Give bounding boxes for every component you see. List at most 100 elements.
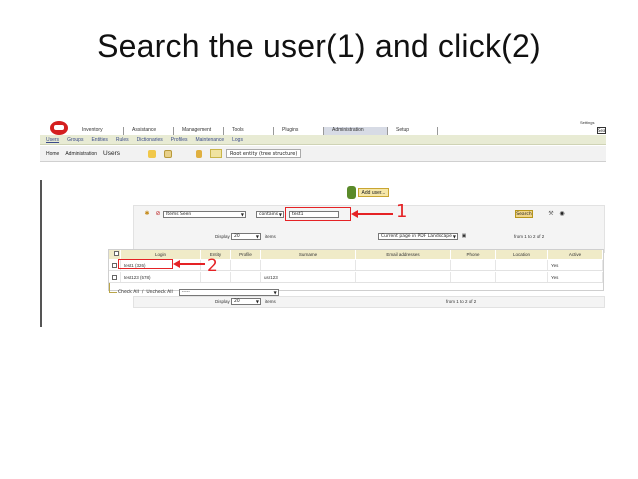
- annotation-line-2: [179, 263, 205, 265]
- chevron-down-icon: ▼: [255, 234, 259, 239]
- pager-range: from 1 to 2 of 2: [514, 234, 545, 239]
- mass-actions: Check All / Uncheck All ----- ▼: [118, 288, 308, 296]
- menu-bar-icon[interactable]: [210, 149, 223, 158]
- left-border: [40, 180, 42, 327]
- sub-navigation: Users Groups Entities Rules Dictionaries…: [40, 135, 606, 145]
- column-location[interactable]: Location: [496, 250, 548, 259]
- entity-selector[interactable]: Root entity (tree structure): [226, 149, 302, 158]
- tools-icon[interactable]: ⚒: [548, 211, 554, 217]
- subnav-profiles[interactable]: Profiles: [171, 137, 188, 143]
- glpi-logo[interactable]: [50, 121, 68, 135]
- table-row: test1 (326) Yes: [109, 260, 603, 271]
- settings-link[interactable]: Settings: [580, 120, 594, 125]
- user-add-icon[interactable]: [347, 186, 356, 199]
- chevron-down-icon: ▼: [452, 234, 456, 239]
- phone-cell: [451, 260, 496, 270]
- action-select-value: -----: [181, 289, 190, 295]
- bottom-pager: [133, 296, 605, 308]
- add-user-button[interactable]: Add user...: [358, 188, 389, 197]
- subnav-maintenance[interactable]: Maintenance: [195, 137, 224, 143]
- display-count-value: 20: [234, 299, 240, 304]
- email-cell: [356, 260, 451, 270]
- slide-title: Search the user(1) and click(2): [97, 28, 541, 64]
- chevron-down-icon: ▼: [255, 299, 259, 304]
- export-value: Current page in PDF Landscape: [381, 234, 452, 239]
- menu-management[interactable]: Management: [174, 127, 224, 135]
- row-checkbox[interactable]: [112, 263, 117, 268]
- action-select[interactable]: ----- ▼: [178, 288, 279, 296]
- search-icon[interactable]: [164, 149, 173, 158]
- pin-icon[interactable]: [196, 149, 203, 158]
- subnav-dictionaries[interactable]: Dictionaries: [137, 137, 163, 143]
- column-login[interactable]: Login: [121, 250, 201, 259]
- subnav-entities[interactable]: Entities: [91, 137, 107, 143]
- select-all-checkbox[interactable]: [113, 251, 119, 256]
- results-table: Login Entity Profile Surname Email addre…: [108, 249, 604, 291]
- subnav-logs[interactable]: Logs: [232, 137, 243, 143]
- breadcrumb-home[interactable]: Home: [46, 151, 59, 157]
- annotation-line-1: [357, 213, 393, 215]
- uncheck-all-link[interactable]: Uncheck All: [146, 290, 172, 295]
- search-field-select[interactable]: Items Seen ▼: [163, 211, 246, 218]
- search-field-value: Items Seen: [166, 212, 192, 217]
- profile-cell: [231, 260, 261, 270]
- email-cell: [356, 272, 451, 282]
- select-all-column[interactable]: [109, 250, 121, 259]
- table-header: Login Entity Profile Surname Email addre…: [109, 250, 603, 259]
- items-label: items: [265, 299, 276, 304]
- menu-assistance[interactable]: Assistance: [124, 127, 174, 135]
- check-all-link[interactable]: Check All: [118, 290, 139, 295]
- breadcrumb-administration[interactable]: Administration: [65, 151, 97, 157]
- annotation-step-2: 2: [207, 256, 218, 276]
- menu-tools[interactable]: Tools: [224, 127, 274, 135]
- table-row: test123 (578) usr123 Yes: [109, 272, 603, 283]
- surname-cell: [261, 260, 356, 270]
- chevron-down-icon: ▼: [278, 212, 282, 217]
- column-email[interactable]: Email addresses: [356, 250, 451, 259]
- user-login-link[interactable]: test123 (578): [121, 272, 201, 282]
- menu-inventory[interactable]: Inventory: [74, 127, 124, 135]
- column-active[interactable]: Active: [548, 250, 603, 259]
- display-count-select[interactable]: 20 ▼: [231, 233, 261, 240]
- gear-icon[interactable]: ✱: [144, 211, 150, 217]
- glpi-screenshot: Inventory Assistance Management Tools Pl…: [40, 117, 606, 327]
- subnav-users[interactable]: Users: [46, 137, 59, 143]
- add-icon[interactable]: [148, 149, 157, 158]
- search-operator-select[interactable]: contains ▼: [256, 211, 284, 218]
- breadcrumb: Home Administration Users Root entity (t…: [40, 146, 606, 162]
- column-profile[interactable]: Profile: [231, 250, 261, 259]
- main-menu: Inventory Assistance Management Tools Pl…: [74, 127, 494, 135]
- actions-separator: /: [141, 289, 144, 295]
- subnav-groups[interactable]: Groups: [67, 137, 83, 143]
- active-cell: Yes: [548, 272, 603, 282]
- chevron-down-icon: ▼: [273, 289, 277, 295]
- active-cell: Yes: [548, 260, 603, 270]
- menu-setup[interactable]: Setup: [388, 127, 438, 135]
- annotation-step-1: 1: [396, 201, 408, 222]
- annotation-box-search: [285, 207, 351, 221]
- search-button[interactable]: Search: [515, 210, 533, 218]
- display-label: Display: [215, 234, 230, 239]
- global-search-input[interactable]: Sea: [597, 127, 606, 134]
- menu-administration[interactable]: Administration: [324, 127, 388, 135]
- export-icon[interactable]: ▣: [461, 233, 467, 239]
- display-count-select[interactable]: 20 ▼: [231, 298, 261, 305]
- row-checkbox[interactable]: [112, 275, 117, 280]
- surname-cell: usr123: [261, 272, 356, 282]
- mass-action-bracket: [109, 283, 117, 293]
- menu-plugins[interactable]: Plugins: [274, 127, 324, 135]
- display-count-value: 20: [234, 234, 240, 239]
- row-checkbox-cell: [109, 272, 121, 282]
- column-surname[interactable]: Surname: [261, 250, 356, 259]
- export-select[interactable]: Current page in PDF Landscape ▼: [378, 233, 458, 240]
- subnav-rules[interactable]: Rules: [116, 137, 129, 143]
- location-cell: [496, 272, 548, 282]
- column-phone[interactable]: Phone: [451, 250, 496, 259]
- phone-cell: [451, 272, 496, 282]
- chevron-down-icon: ▼: [240, 212, 244, 217]
- remove-criteria-icon[interactable]: ⊘: [155, 211, 161, 217]
- search-operator-value: contains: [259, 212, 279, 217]
- profile-cell: [231, 272, 261, 282]
- star-icon[interactable]: ◉: [559, 211, 565, 217]
- location-cell: [496, 260, 548, 270]
